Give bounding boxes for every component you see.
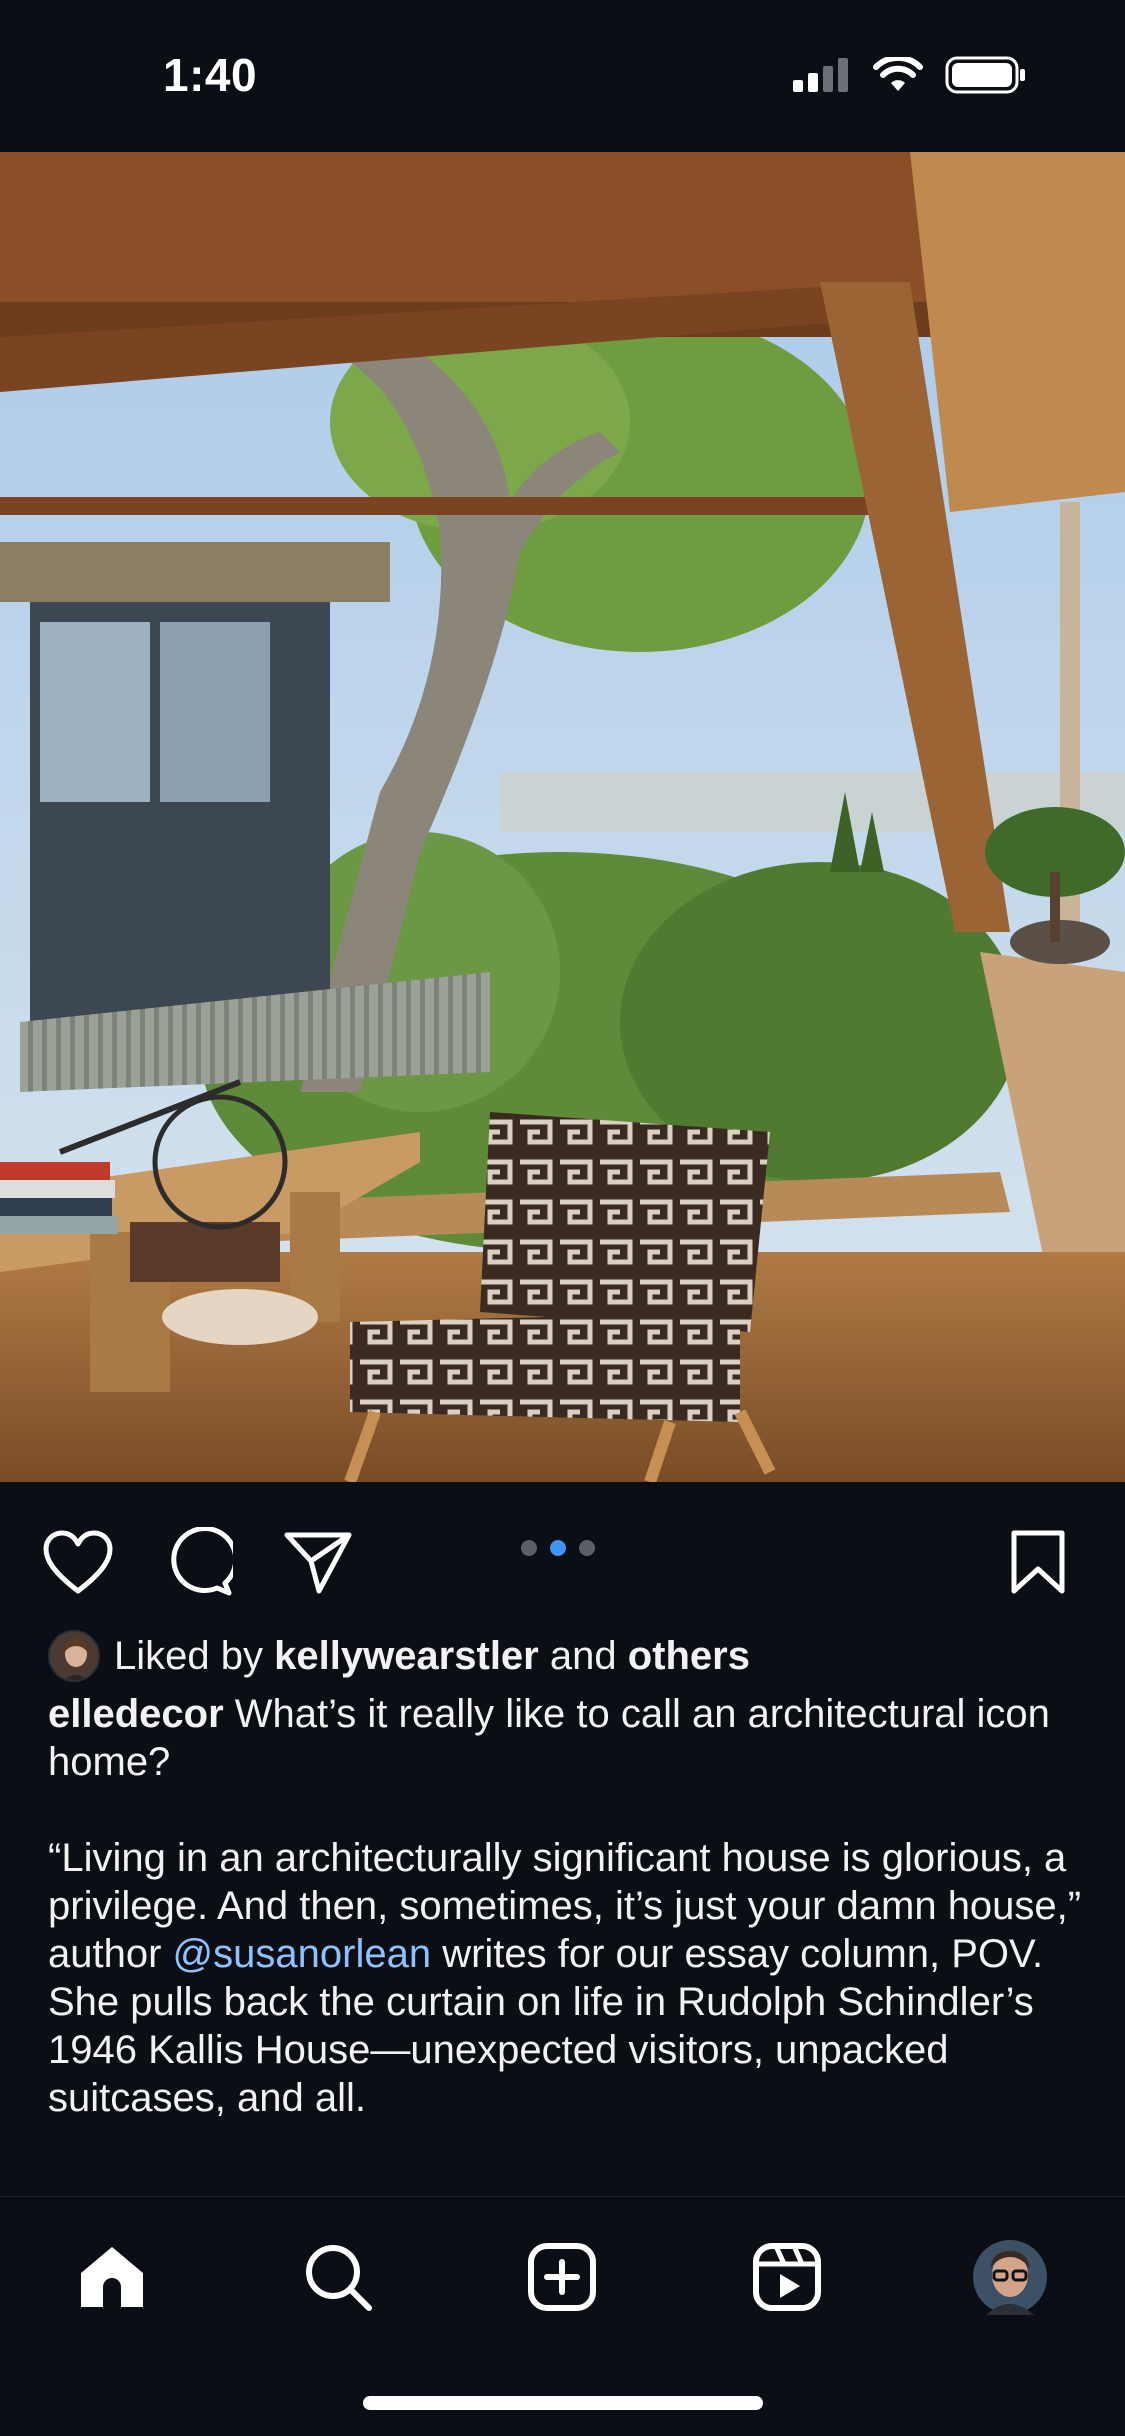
post-caption: elledecor What’s it really like to call … <box>48 1690 1088 2170</box>
create-post-icon[interactable] <box>520 2235 604 2319</box>
post-photo[interactable] <box>0 152 1125 1482</box>
status-bar: 1:40 <box>0 0 1125 152</box>
likes-text: Liked by kellywearstler and others <box>114 1634 750 1679</box>
likes-row[interactable]: Liked by kellywearstler and others <box>48 1626 750 1686</box>
likes-others-link[interactable]: others <box>628 1634 750 1678</box>
liker-avatar <box>48 1630 100 1682</box>
reels-icon[interactable] <box>745 2235 829 2319</box>
caption-username[interactable]: elledecor <box>48 1692 224 1736</box>
carousel-dot-active <box>550 1540 566 1556</box>
instagram-post-screen: 1:40 Liked by kellywearstler and others … <box>0 0 1125 2436</box>
caption-mention-link[interactable]: @susanorlean <box>173 1932 432 1976</box>
cellular-signal-icon <box>793 58 851 97</box>
comment-bubble-icon[interactable] <box>160 1524 236 1600</box>
paper-plane-icon[interactable] <box>280 1524 356 1600</box>
bookmark-icon[interactable] <box>1000 1524 1076 1600</box>
likes-prefix: Liked by <box>114 1633 275 1678</box>
wifi-icon <box>873 54 923 98</box>
home-indicator <box>363 2396 763 2410</box>
likes-middle: and <box>538 1633 628 1678</box>
search-icon[interactable] <box>296 2235 380 2319</box>
status-time: 1:40 <box>163 49 258 101</box>
carousel-indicator <box>521 1540 595 1556</box>
status-icons <box>793 54 1027 99</box>
carousel-dot <box>521 1540 537 1556</box>
battery-icon <box>945 56 1027 99</box>
heart-icon[interactable] <box>40 1524 116 1600</box>
carousel-dot <box>579 1540 595 1556</box>
liker-username[interactable]: kellywearstler <box>274 1634 539 1678</box>
home-icon[interactable] <box>70 2235 154 2319</box>
profile-avatar[interactable] <box>968 2235 1052 2319</box>
